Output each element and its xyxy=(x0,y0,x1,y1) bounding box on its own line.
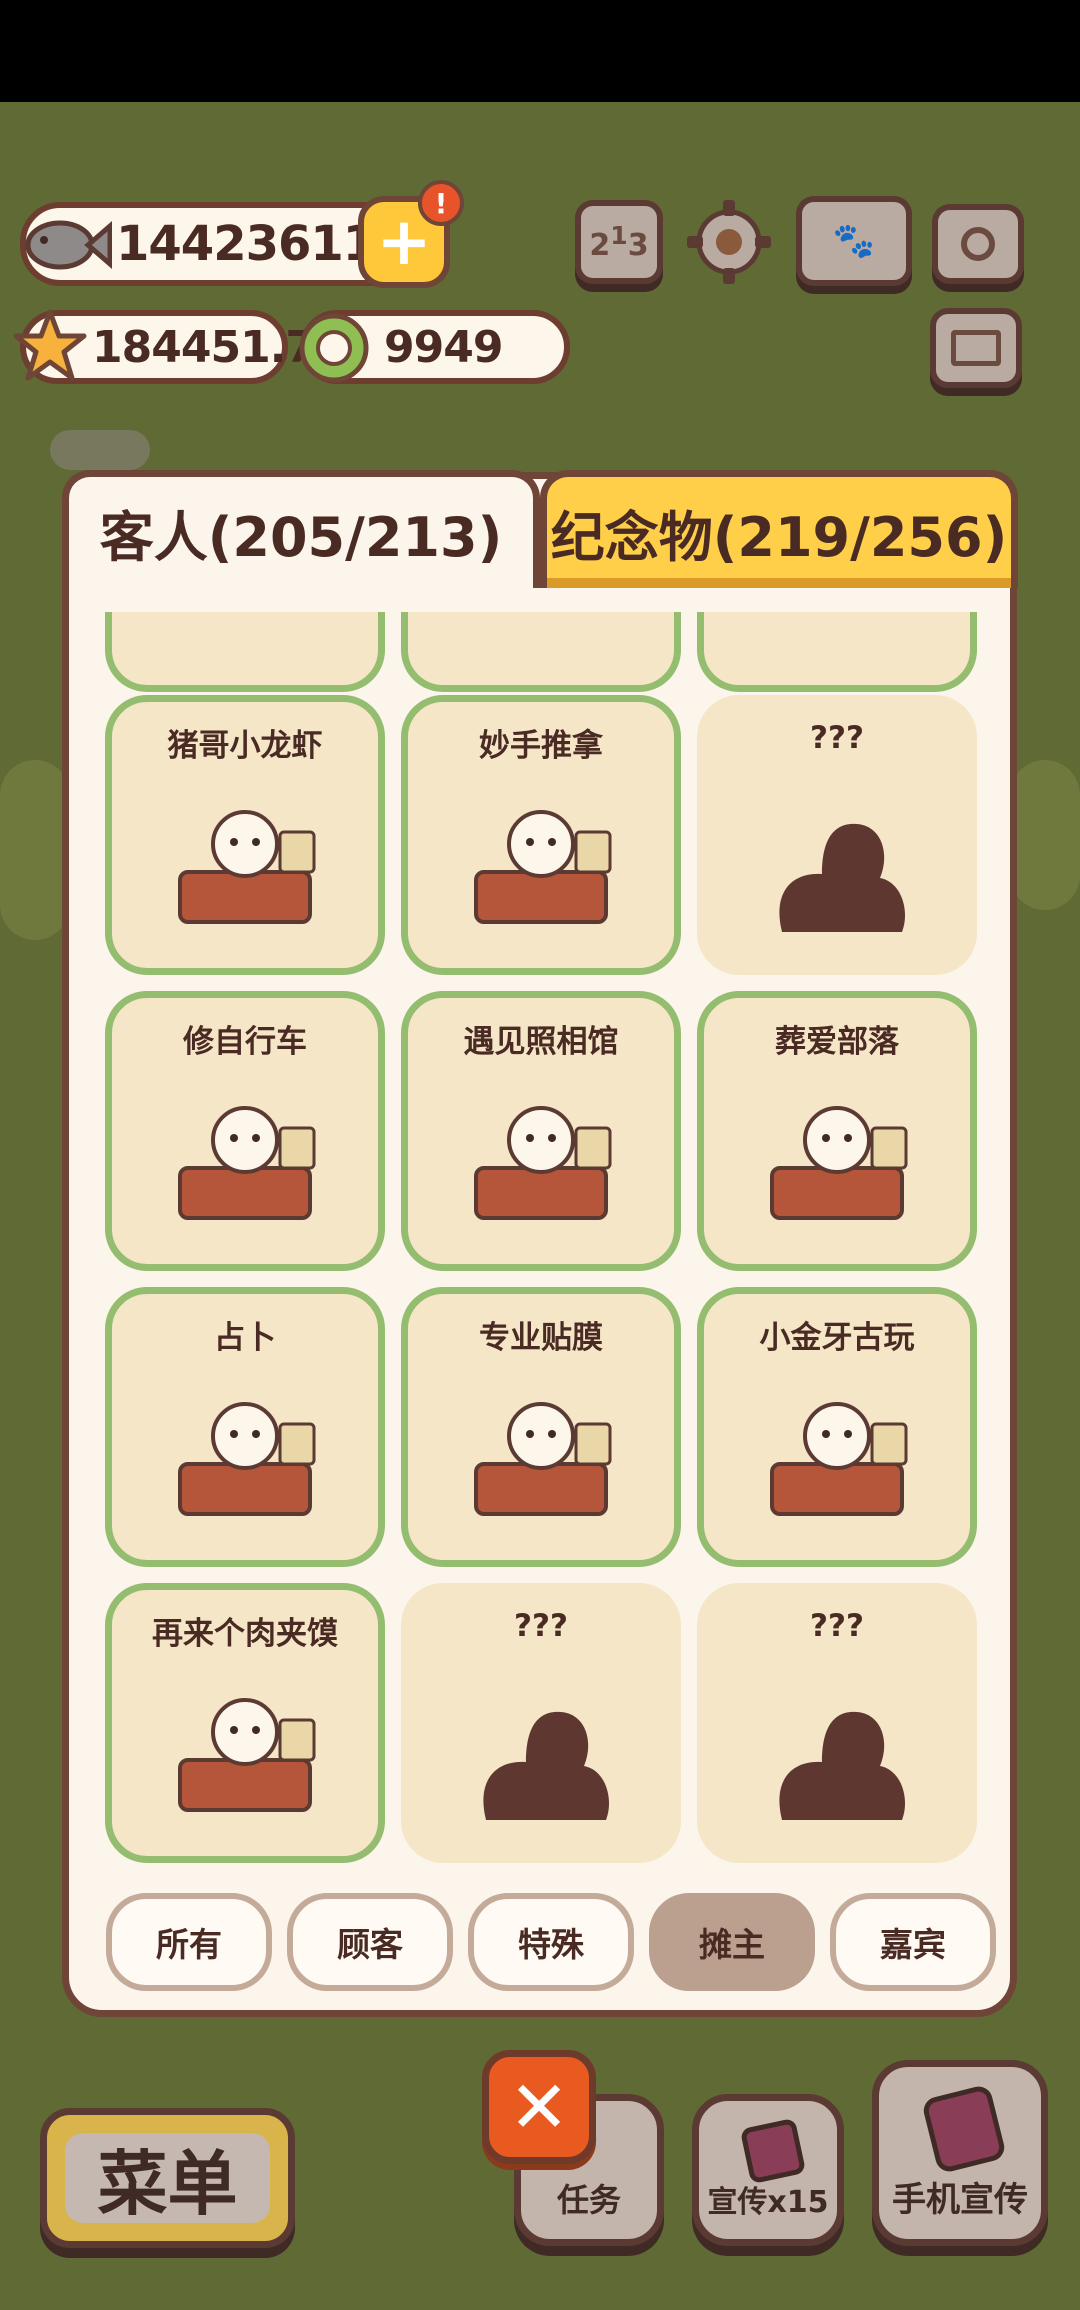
guest-card[interactable]: 小金牙古玩 xyxy=(697,1287,977,1567)
guest-grid[interactable]: 猪哥小龙虾 妙手推拿??? 修自行车 遇见照相馆 葬爱部落占卜 专业贴膜 小金牙古玩再来个肉… xyxy=(100,612,980,1864)
corgi-massage-icon xyxy=(456,792,626,946)
guest-card[interactable]: ??? xyxy=(697,1583,977,1863)
token-amount: 9949 xyxy=(384,321,503,373)
guest-card[interactable]: 再来个肉夹馍 xyxy=(105,1583,385,1863)
book-icon: 🐾 xyxy=(832,221,876,261)
star-amount: 184451.7 xyxy=(92,321,316,373)
gear-icon xyxy=(687,200,771,284)
plus-icon: + xyxy=(376,203,432,280)
newspaper-icon xyxy=(951,330,1001,366)
guest-card[interactable]: ??? xyxy=(697,695,977,975)
close-button[interactable]: ✕ xyxy=(482,2050,596,2164)
guest-card[interactable]: 猪哥小龙虾 xyxy=(105,695,385,975)
guest-card-name: 再来个肉夹馍 xyxy=(152,1616,338,1652)
filter-bar: 所有 顾客 特殊 摊主 嘉宾 xyxy=(100,1893,1000,1993)
pig-antiques-icon xyxy=(752,1384,922,1538)
guest-card-name: 修自行车 xyxy=(183,1024,307,1060)
phone-promote-button[interactable]: 手机宣传 xyxy=(872,2060,1048,2246)
guest-card[interactable]: 修自行车 xyxy=(105,991,385,1271)
tab-guests[interactable]: 客人(205/213) xyxy=(62,470,540,588)
guest-card-name: 猪哥小龙虾 xyxy=(167,728,323,764)
locked-silhouette-icon xyxy=(752,1680,922,1834)
fish-icon xyxy=(16,200,113,290)
phone-icon xyxy=(920,2083,1008,2175)
guest-card-name: 小金牙古玩 xyxy=(759,1320,915,1356)
tab-souvenirs[interactable]: 纪念物(219/256) xyxy=(540,470,1018,588)
ranking-button[interactable]: 213 xyxy=(575,200,663,284)
status-bar xyxy=(0,0,1080,102)
guest-card-name: ??? xyxy=(514,1608,568,1644)
background-decoration xyxy=(1010,760,1080,910)
newspaper-button[interactable] xyxy=(930,308,1022,388)
clothes-stall-icon xyxy=(752,1088,922,1242)
filter-button[interactable]: 顾客 xyxy=(287,1893,453,1991)
guest-card-name: 专业贴膜 xyxy=(479,1320,603,1356)
filter-button[interactable]: 嘉宾 xyxy=(830,1893,996,1991)
promote-button[interactable]: 宣传x15 xyxy=(692,2094,844,2246)
guest-card[interactable]: 专业贴膜 xyxy=(401,1287,681,1567)
background-decoration xyxy=(0,760,70,940)
guest-card-name: ??? xyxy=(810,1608,864,1644)
pig-crayfish-stall-icon xyxy=(160,792,330,946)
guest-card[interactable]: 占卜 xyxy=(105,1287,385,1567)
dog-bike-repair-icon xyxy=(160,1088,330,1242)
fortune-teller-icon xyxy=(160,1384,330,1538)
menu-button[interactable]: 菜单 xyxy=(40,2108,295,2248)
camera-icon xyxy=(961,227,995,261)
token-icon xyxy=(296,310,372,386)
guest-card[interactable]: 葬爱部落 xyxy=(697,991,977,1271)
food-cart-icon xyxy=(160,1680,330,1834)
cat-photo-studio-icon xyxy=(456,1088,626,1242)
guest-card-partial[interactable] xyxy=(105,612,385,692)
guest-card[interactable]: 遇见照相馆 xyxy=(401,991,681,1271)
dog-phone-film-icon xyxy=(456,1384,626,1538)
notification-badge: ! xyxy=(418,180,464,226)
filter-button[interactable]: 所有 xyxy=(106,1893,272,1991)
locked-silhouette-icon xyxy=(456,1680,626,1834)
guest-card-partial[interactable] xyxy=(697,612,977,692)
star-icon xyxy=(12,308,88,384)
guest-card[interactable]: ??? xyxy=(401,1583,681,1863)
guest-card-partial[interactable] xyxy=(401,612,681,692)
guest-card-name: 妙手推拿 xyxy=(479,728,603,764)
guest-card-name: 遇见照相馆 xyxy=(463,1024,619,1060)
settings-button[interactable] xyxy=(683,196,775,288)
podium-icon: 213 xyxy=(589,221,649,263)
guest-card-name: ??? xyxy=(810,720,864,756)
guest-card-name: 葬爱部落 xyxy=(775,1024,899,1060)
filter-button[interactable]: 特殊 xyxy=(468,1893,634,1991)
background-decoration xyxy=(50,430,150,470)
locked-silhouette-icon xyxy=(752,792,922,946)
guidebook-button[interactable]: 🐾 xyxy=(796,196,912,286)
guest-card[interactable]: 妙手推拿 xyxy=(401,695,681,975)
guest-card-name: 占卜 xyxy=(214,1320,276,1356)
promo-card-icon xyxy=(739,2117,807,2185)
camera-button[interactable] xyxy=(932,204,1024,284)
filter-button[interactable]: 摊主 xyxy=(649,1893,815,1991)
